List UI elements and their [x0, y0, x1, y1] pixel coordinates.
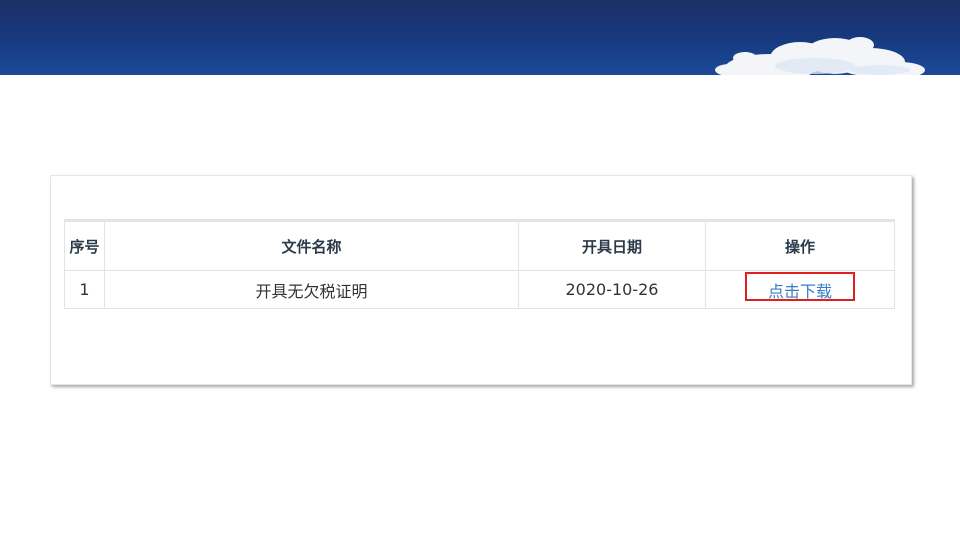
- row-index: 1: [64, 270, 105, 309]
- column-header-file-name: 文件名称: [104, 220, 519, 271]
- column-header-action: 操作: [705, 220, 895, 271]
- row-action-cell: 点击下载: [705, 270, 895, 309]
- table-header-row: 序号 文件名称 开具日期 操作: [64, 220, 895, 271]
- cloud-icon: [715, 37, 925, 75]
- column-header-index: 序号: [64, 220, 105, 271]
- document-panel: 序号 文件名称 开具日期 操作 1 开具无欠税证明 2020-10-26 点击下…: [50, 175, 912, 385]
- row-file-name: 开具无欠税证明: [104, 270, 519, 309]
- header-banner: [0, 0, 960, 75]
- table-row: 1 开具无欠税证明 2020-10-26 点击下载: [64, 270, 895, 309]
- download-link[interactable]: 点击下载: [768, 282, 832, 301]
- row-date: 2020-10-26: [518, 270, 706, 309]
- document-table: 序号 文件名称 开具日期 操作 1 开具无欠税证明 2020-10-26 点击下…: [64, 219, 895, 309]
- column-header-date: 开具日期: [518, 220, 706, 271]
